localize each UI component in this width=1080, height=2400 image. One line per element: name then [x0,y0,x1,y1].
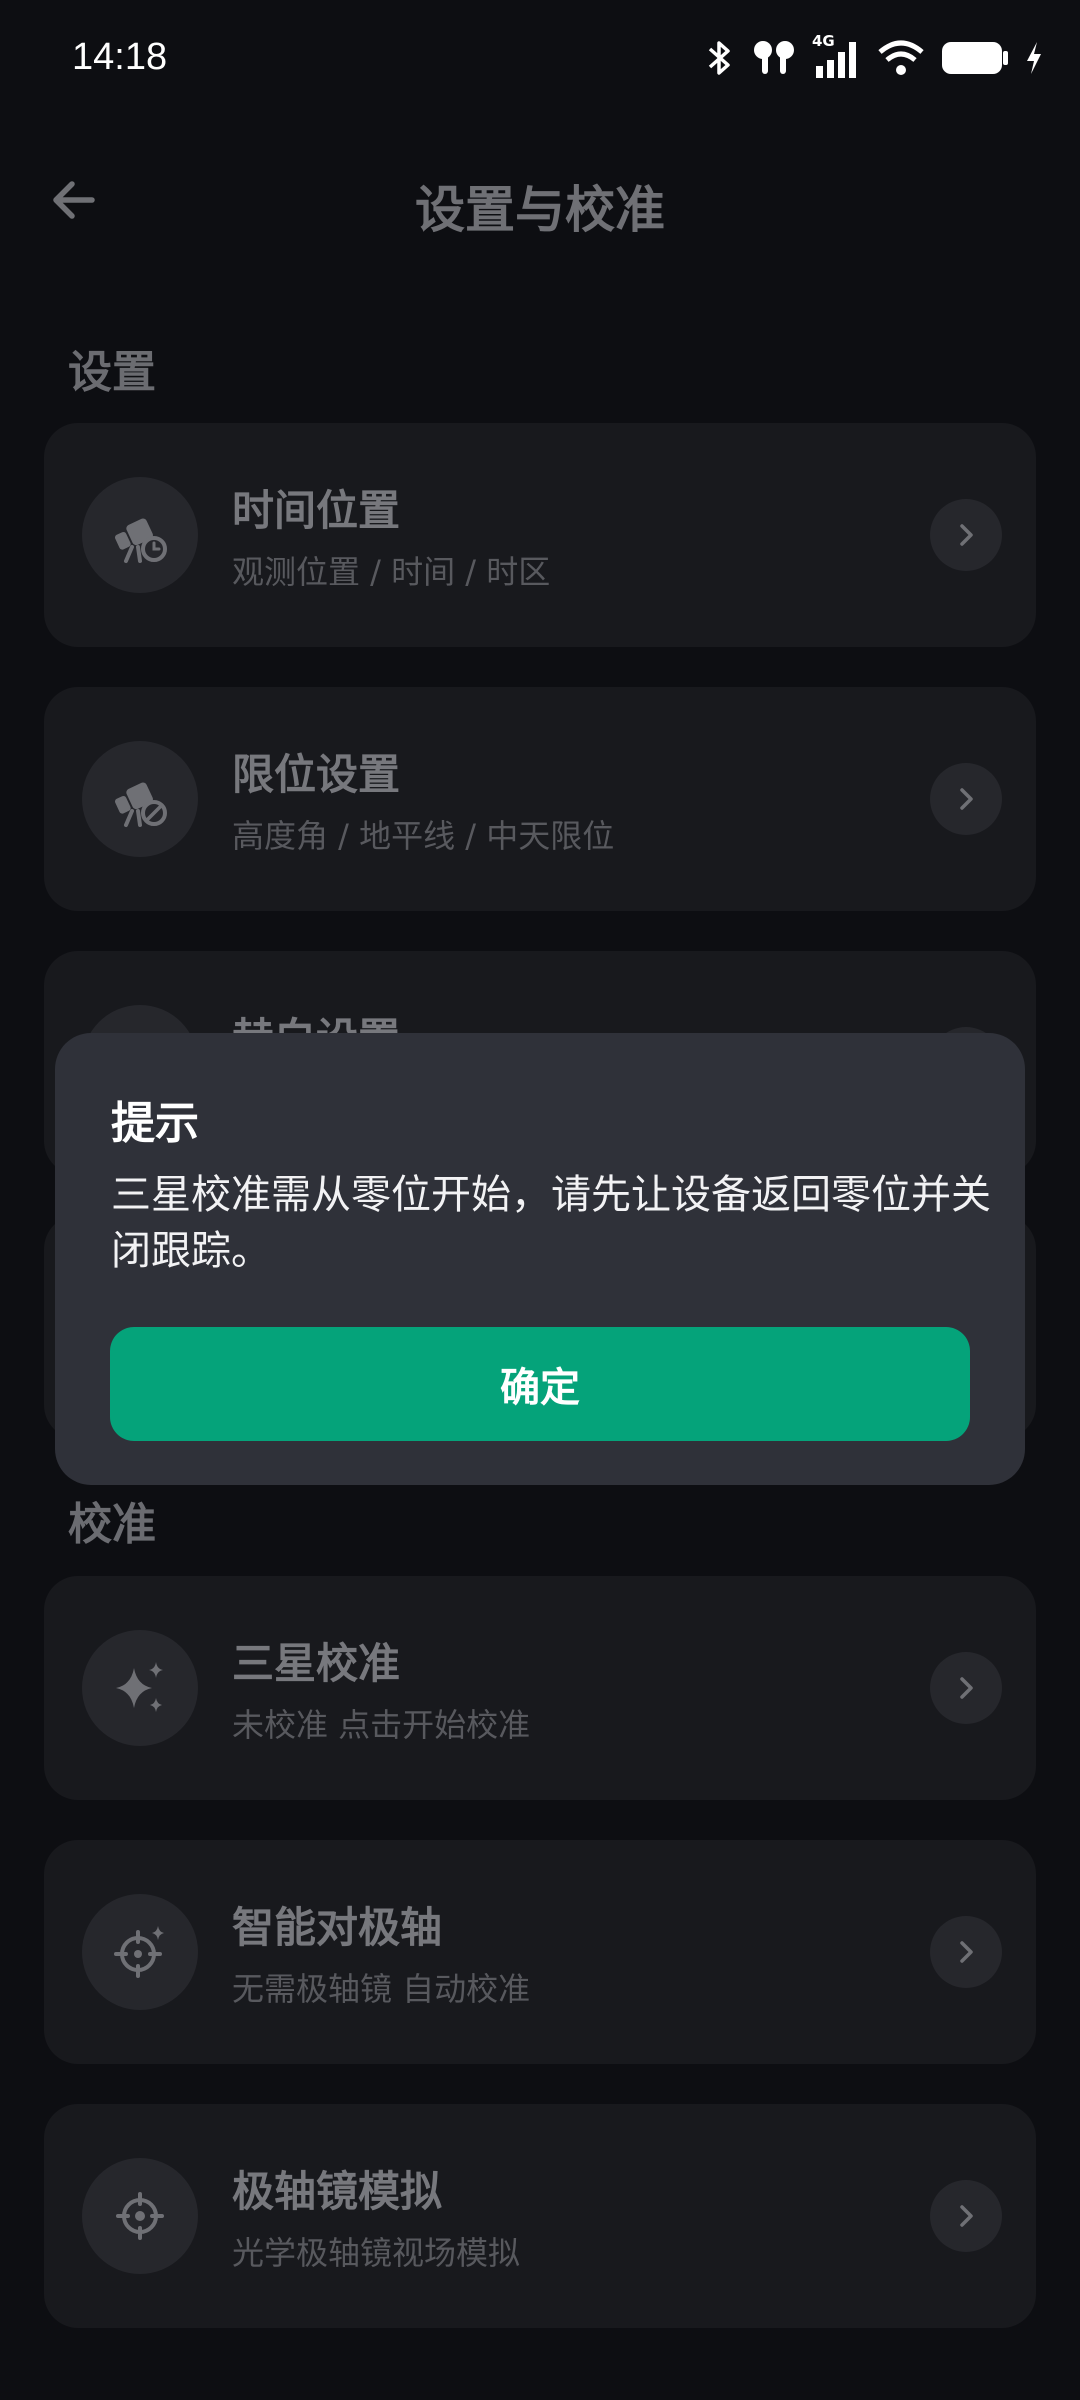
item-subtitle: 光学极轴镜视场模拟 [232,2234,521,2272]
crosshair-icon [82,2158,198,2274]
section-title-settings: 设置 [68,347,156,398]
bluetooth-icon [708,41,730,75]
calibration-item-polar-scope[interactable]: 极轴镜模拟 光学极轴镜视场模拟 [44,2104,1036,2328]
chevron-right-icon [930,499,1002,571]
dialog-message: 三星校准需从零位开始，请先让设备返回零位并关闭跟踪。 [111,1172,991,1274]
item-subtitle: 观测位置 / 时间 / 时区 [232,553,551,591]
dialog-title: 提示 [111,1098,199,1149]
page-title: 设置与校准 [415,181,665,239]
section-title-calibration: 校准 [68,1499,156,1550]
telescope-clock-icon [82,477,198,593]
crosshair-sparkle-icon [82,1894,198,2010]
chevron-right-icon [930,763,1002,835]
sparkle-stars-icon [82,1630,198,1746]
item-title: 限位设置 [232,750,401,799]
item-title: 智能对极轴 [232,1903,443,1952]
signal-icon: 4G [812,32,862,80]
item-title: 时间位置 [232,486,401,535]
alert-dialog: 提示 三星校准需从零位开始，请先让设备返回零位并关闭跟踪。 确定 [55,1033,1025,1485]
status-time: 14:18 [72,36,168,78]
battery-icon [942,42,1008,74]
calibration-item-smart-polar[interactable]: 智能对极轴 无需极轴镜 自动校准 [44,1840,1036,2064]
chevron-right-icon [930,1916,1002,1988]
calibration-item-three-star[interactable]: 三星校准 未校准 点击开始校准 [44,1576,1036,1800]
settings-item-limits[interactable]: 限位设置 高度角 / 地平线 / 中天限位 [44,687,1036,911]
item-subtitle: 未校准 点击开始校准 [232,1706,531,1744]
item-subtitle: 无需极轴镜 自动校准 [232,1970,531,2008]
status-bar: 14:18 4G [0,0,1080,120]
earbuds-icon [754,41,794,74]
charging-icon [1027,42,1041,74]
telescope-limit-icon [82,741,198,857]
confirm-button[interactable]: 确定 [110,1327,970,1441]
chevron-right-icon [930,1652,1002,1724]
settings-item-time-location[interactable]: 时间位置 观测位置 / 时间 / 时区 [44,423,1036,647]
status-icons: 4G [702,32,1044,82]
item-title: 极轴镜模拟 [232,2167,443,2216]
item-subtitle: 高度角 / 地平线 / 中天限位 [232,817,615,855]
wifi-icon [878,40,924,75]
item-title: 三星校准 [232,1639,401,1688]
top-bar: 设置与校准 [0,150,1080,250]
chevron-right-icon [930,2180,1002,2252]
